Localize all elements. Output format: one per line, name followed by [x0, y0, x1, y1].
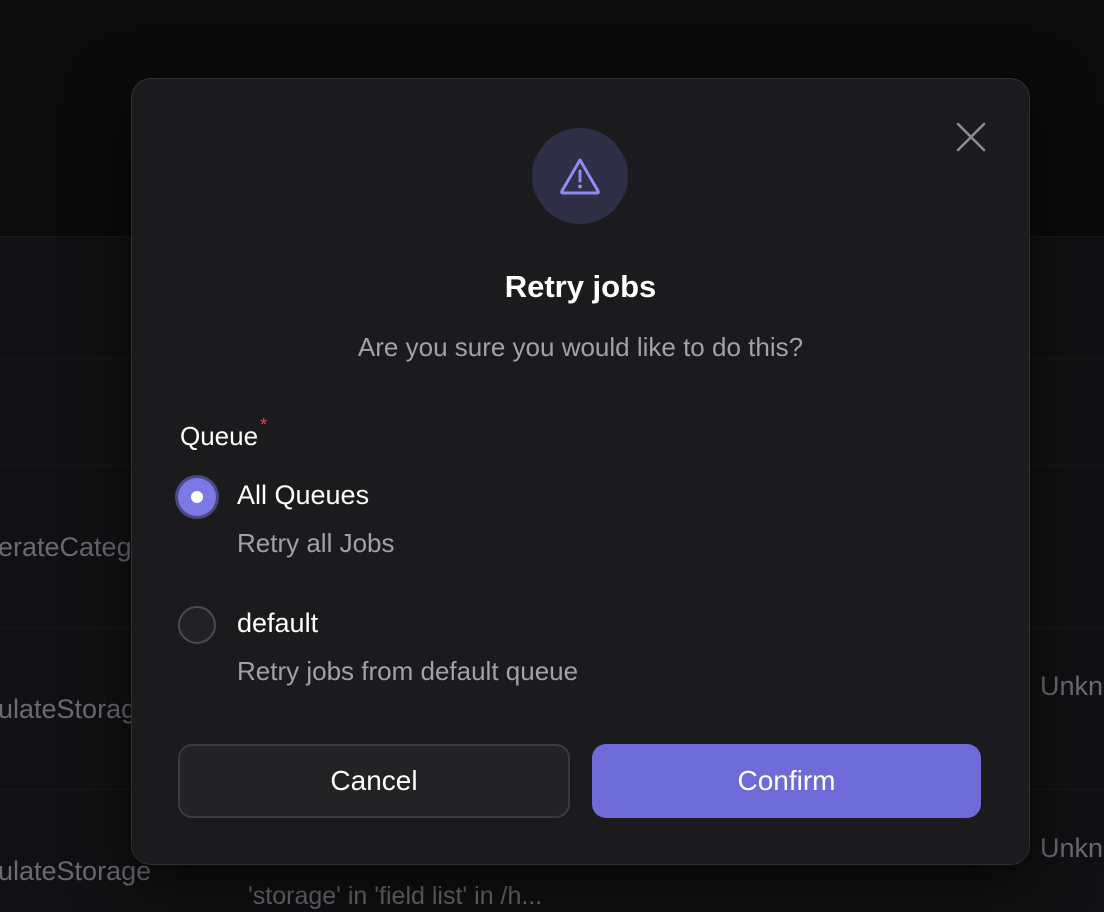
option-label: All Queues: [237, 480, 370, 510]
confirm-button[interactable]: Confirm: [592, 744, 981, 818]
option-label: default: [237, 608, 319, 638]
dialog-title: Retry jobs: [504, 269, 657, 304]
background-job-name: ulateStorage: [0, 856, 152, 886]
background-job-name: erateCateg: [0, 532, 132, 562]
radio-button-all-queues[interactable]: [178, 478, 216, 516]
background-error-text: 'storage' in 'field list' in /h...: [248, 882, 543, 910]
queue-label-text: Queue: [180, 421, 259, 451]
radio-option-all-queues[interactable]: All Queues Retry all Jobs: [178, 478, 678, 578]
retry-jobs-dialog: Retry jobs Are you sure you would like t…: [131, 78, 1030, 865]
background-status: Unkn: [1040, 833, 1104, 863]
warning-triangle-icon: [560, 158, 600, 195]
close-button[interactable]: [953, 119, 989, 155]
close-icon: [956, 122, 986, 152]
background-status: Unkn: [1040, 671, 1104, 701]
cancel-button[interactable]: Cancel: [178, 744, 570, 818]
dialog-subtitle: Are you sure you would like to do this?: [357, 332, 804, 362]
background-job-name: ulateStorag: [0, 694, 137, 724]
app-stage: erateCateg ulateStorag Unkn ulateStorage…: [0, 0, 1104, 912]
warning-badge: [532, 128, 628, 224]
required-asterisk: *: [260, 415, 268, 435]
option-description: Retry all Jobs: [237, 528, 395, 558]
option-description: Retry jobs from default queue: [237, 656, 579, 686]
queue-field-label: Queue *: [180, 415, 267, 452]
radio-option-default[interactable]: default Retry jobs from default queue: [178, 606, 678, 706]
radio-button-default[interactable]: [178, 606, 216, 644]
